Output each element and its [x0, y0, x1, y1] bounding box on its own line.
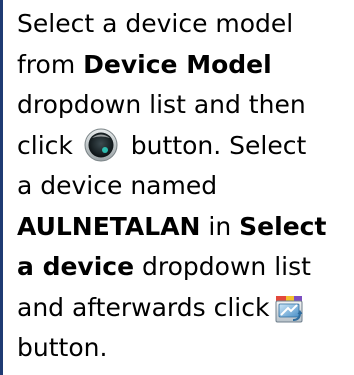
install-software-icon	[273, 293, 305, 325]
text-in: in	[200, 211, 240, 241]
line-2: from Device Model	[17, 45, 347, 86]
line-3: dropdown list and then	[17, 85, 347, 126]
document-page: Select a device model from Device Model …	[0, 0, 354, 375]
line-5: a device named	[17, 166, 347, 207]
text-dropdown-list-and-then: dropdown list and then	[17, 90, 306, 119]
line-7: a device dropdown list	[17, 247, 347, 288]
line-9: button.	[17, 328, 347, 369]
line-6: AULNETALAN in Select	[17, 207, 347, 248]
text-click: click	[17, 130, 73, 160]
text-dropdown-list: dropdown list	[134, 252, 311, 281]
left-border-bar	[0, 0, 3, 375]
text-a-device-bold: a device	[17, 252, 135, 281]
text-button-select: button. Select	[122, 130, 307, 160]
text-select-device-model: Select a device model	[17, 9, 294, 38]
text-and-afterwards-click: and afterwards click	[17, 292, 270, 322]
line-8: and afterwards click	[17, 288, 347, 329]
text-aulnetalan-bold: AULNETALAN	[17, 211, 201, 241]
text-from: from	[17, 49, 84, 79]
line-4: click button. Select	[17, 126, 347, 167]
instruction-paragraph: Select a device model from Device Model …	[17, 4, 347, 369]
text-device-model-bold: Device Model	[83, 49, 272, 79]
text-button-period: button.	[17, 333, 108, 362]
round-dark-lens-icon	[83, 127, 119, 163]
line-1: Select a device model	[17, 4, 347, 45]
text-a-device-named: a device named	[17, 171, 218, 200]
text-select-bold: Select	[239, 211, 327, 241]
